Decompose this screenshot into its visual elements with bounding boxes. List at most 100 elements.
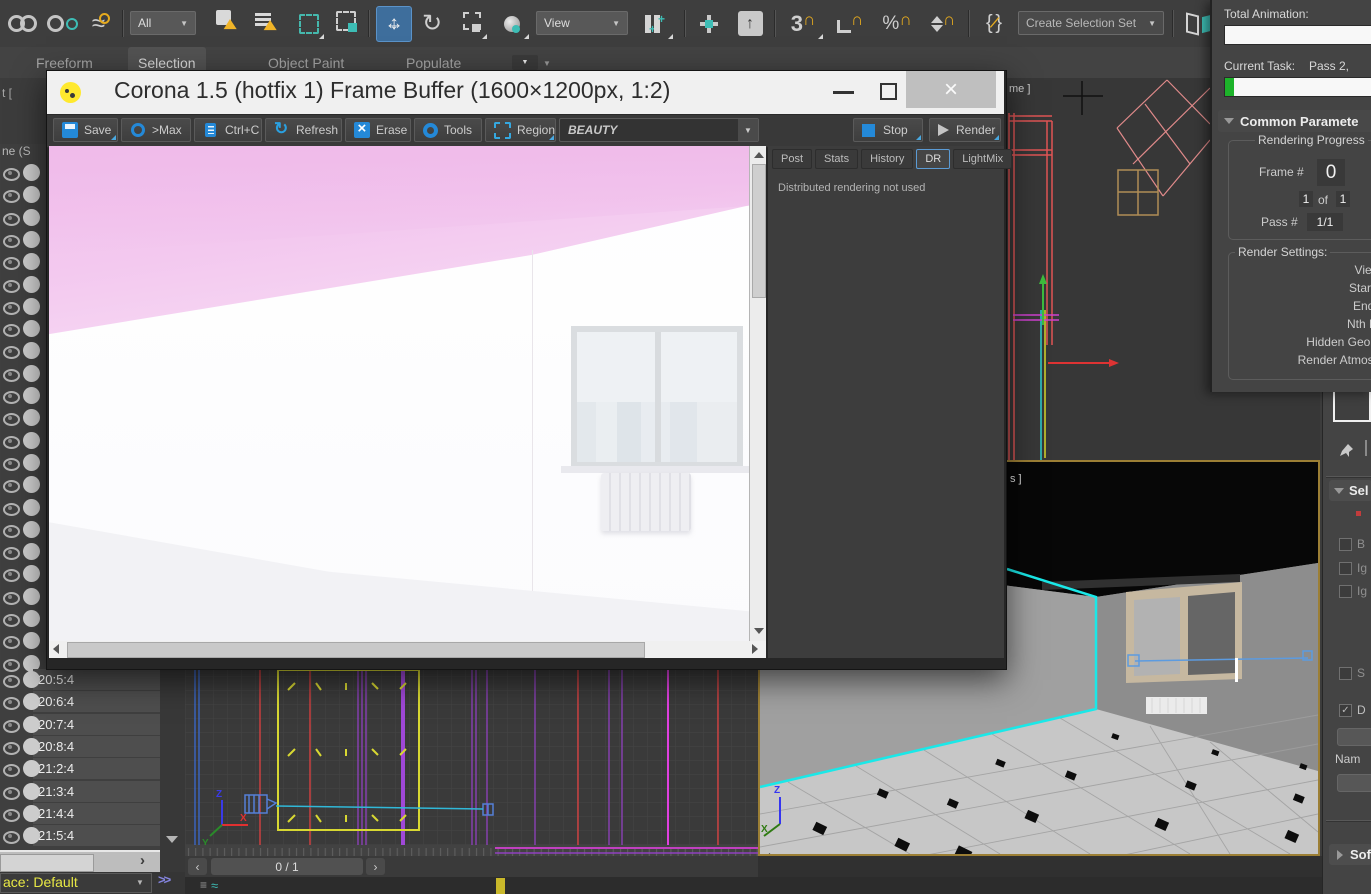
mini-curve-editor-icon[interactable]: ≡ — [200, 878, 207, 892]
explorer-row[interactable]: 21:2:4 — [0, 758, 160, 780]
layer-circle-icon[interactable] — [23, 409, 40, 426]
visibility-eye-icon[interactable] — [3, 458, 20, 471]
visibility-eye-icon[interactable] — [3, 168, 20, 181]
visibility-eye-icon[interactable] — [3, 742, 20, 755]
fb-tab-lightmix[interactable]: LightMix — [953, 149, 1012, 169]
visibility-eye-icon[interactable] — [3, 675, 20, 688]
visibility-eye-icon[interactable] — [3, 302, 20, 315]
visibility-eye-icon[interactable] — [3, 391, 20, 404]
visibility-eye-icon[interactable] — [3, 213, 20, 226]
scroll-right-icon[interactable]: › — [140, 852, 145, 869]
frame-buffer-titlebar[interactable]: Corona 1.5 (hotfix 1) Frame Buffer (1600… — [47, 71, 1004, 114]
checkbox-b[interactable] — [1339, 538, 1352, 551]
visibility-eye-icon[interactable] — [3, 720, 20, 733]
explorer-hscroll-thumb[interactable] — [0, 854, 94, 872]
checkbox-s[interactable] — [1339, 667, 1352, 680]
layer-circle-icon[interactable] — [23, 783, 40, 800]
layer-circle-icon[interactable] — [23, 588, 40, 605]
maximize-button[interactable] — [880, 83, 897, 100]
fb-tab-history[interactable]: History — [861, 149, 913, 169]
bind-to-spacewarp-icon[interactable]: ≈ — [84, 7, 118, 40]
explorer-item-name[interactable]: 20:6:4 — [38, 694, 74, 709]
explorer-row[interactable]: 20:8:4 — [0, 736, 160, 758]
layer-circle-icon[interactable] — [23, 276, 40, 293]
layer-circle-icon[interactable] — [23, 565, 40, 582]
rectangular-selection-region-icon[interactable] — [293, 7, 325, 40]
fb-erase-button[interactable]: Erase — [345, 118, 411, 142]
select-and-scale-icon[interactable] — [454, 7, 488, 40]
reference-coordinate-dropdown[interactable]: View▼ — [536, 11, 628, 35]
layer-circle-icon[interactable] — [23, 186, 40, 203]
layer-circle-icon[interactable] — [23, 432, 40, 449]
visibility-eye-icon[interactable] — [3, 636, 20, 649]
select-and-manipulate-icon[interactable] — [692, 7, 726, 40]
visibility-eye-icon[interactable] — [3, 831, 20, 844]
visibility-eye-icon[interactable] — [3, 324, 20, 337]
snaps-toggle-icon[interactable]: 3∩ — [782, 7, 824, 40]
selection-rollout[interactable]: Sel — [1329, 480, 1371, 501]
visibility-eye-icon[interactable] — [3, 697, 20, 710]
explorer-row[interactable]: 21:3:4 — [0, 781, 160, 803]
explorer-column-header[interactable]: ne (S — [2, 144, 31, 158]
fb-tab-stats[interactable]: Stats — [815, 149, 858, 169]
scroll-down-icon[interactable] — [166, 836, 178, 843]
explorer-row[interactable]: 20:5:4 — [0, 669, 160, 691]
named-selection-set-dropdown[interactable]: Create Selection Set▼ — [1018, 11, 1164, 35]
time-slider[interactable]: 0 / 1 — [211, 858, 363, 875]
select-and-link-icon[interactable] — [4, 7, 40, 40]
layer-circle-icon[interactable] — [23, 476, 40, 493]
close-button[interactable]: × — [906, 71, 996, 108]
ribbon-minimize-button[interactable]: ▼ — [512, 55, 538, 70]
angle-snap-icon[interactable]: ∩ — [830, 7, 870, 40]
visibility-eye-icon[interactable] — [3, 503, 20, 516]
stop-render-button[interactable]: Stop — [853, 118, 923, 142]
fb-max-button[interactable]: >Max — [121, 118, 191, 142]
layer-circle-icon[interactable] — [23, 716, 40, 733]
explorer-row[interactable]: 20:7:4 — [0, 714, 160, 736]
layer-circle-icon[interactable] — [23, 365, 40, 382]
pin-icon[interactable] — [1337, 440, 1357, 458]
percent-snap-icon[interactable]: %∩ — [876, 7, 918, 40]
layer-circle-icon[interactable] — [23, 298, 40, 315]
select-by-name-icon[interactable] — [250, 7, 288, 40]
use-pivot-center-icon[interactable]: ++ — [634, 7, 674, 40]
panel-button[interactable] — [1337, 774, 1371, 792]
common-parameters-rollout[interactable]: Common Paramete — [1218, 110, 1371, 132]
fb-region-button[interactable]: Region — [485, 118, 556, 142]
workspace-name[interactable]: ace: Default — [3, 874, 78, 890]
scroll-right-icon[interactable] — [752, 644, 758, 654]
visibility-eye-icon[interactable] — [3, 525, 20, 538]
visibility-eye-icon[interactable] — [3, 764, 20, 777]
visibility-eye-icon[interactable] — [3, 436, 20, 449]
scroll-up-icon[interactable] — [754, 152, 764, 158]
selection-filter-dropdown[interactable]: All▼ — [130, 11, 196, 35]
explorer-item-name[interactable]: 21:4:4 — [38, 806, 74, 821]
layer-circle-icon[interactable] — [23, 671, 40, 688]
explorer-row[interactable]: 20:6:4 — [0, 691, 160, 713]
checkbox-ig[interactable] — [1339, 562, 1352, 575]
panel-button[interactable] — [1337, 728, 1371, 746]
visibility-eye-icon[interactable] — [3, 346, 20, 359]
mini-curve-editor-icon[interactable]: ≈ — [211, 878, 218, 893]
explorer-item-name[interactable]: 20:8:4 — [38, 739, 74, 754]
unlink-selection-icon[interactable] — [44, 7, 80, 40]
toolbar-overflow-chevrons[interactable]: >> — [158, 872, 169, 887]
explorer-item-name[interactable]: 21:2:4 — [38, 761, 74, 776]
render-element-dropdown[interactable]: BEAUTY ▼ — [559, 118, 759, 142]
scroll-down-icon[interactable] — [754, 628, 764, 634]
edit-named-selection-sets-icon[interactable]: {∕} — [974, 7, 1014, 40]
layer-circle-icon[interactable] — [23, 342, 40, 359]
layer-circle-icon[interactable] — [23, 827, 40, 844]
explorer-hscrollbar[interactable]: › — [0, 850, 160, 872]
explorer-item-name[interactable]: 21:3:4 — [38, 784, 74, 799]
chevron-down-icon[interactable]: ▼ — [543, 59, 551, 68]
layer-circle-icon[interactable] — [23, 543, 40, 560]
visibility-eye-icon[interactable] — [3, 257, 20, 270]
layer-circle-icon[interactable] — [23, 610, 40, 627]
explorer-item-name[interactable]: 21:5:4 — [38, 828, 74, 843]
frame-buffer-vscrollbar[interactable] — [749, 146, 766, 641]
explorer-row[interactable]: 21:5:4 — [0, 825, 160, 847]
visibility-eye-icon[interactable] — [3, 547, 20, 560]
soft-selection-rollout[interactable]: Sof — [1329, 844, 1371, 865]
select-object-icon[interactable] — [212, 7, 248, 40]
